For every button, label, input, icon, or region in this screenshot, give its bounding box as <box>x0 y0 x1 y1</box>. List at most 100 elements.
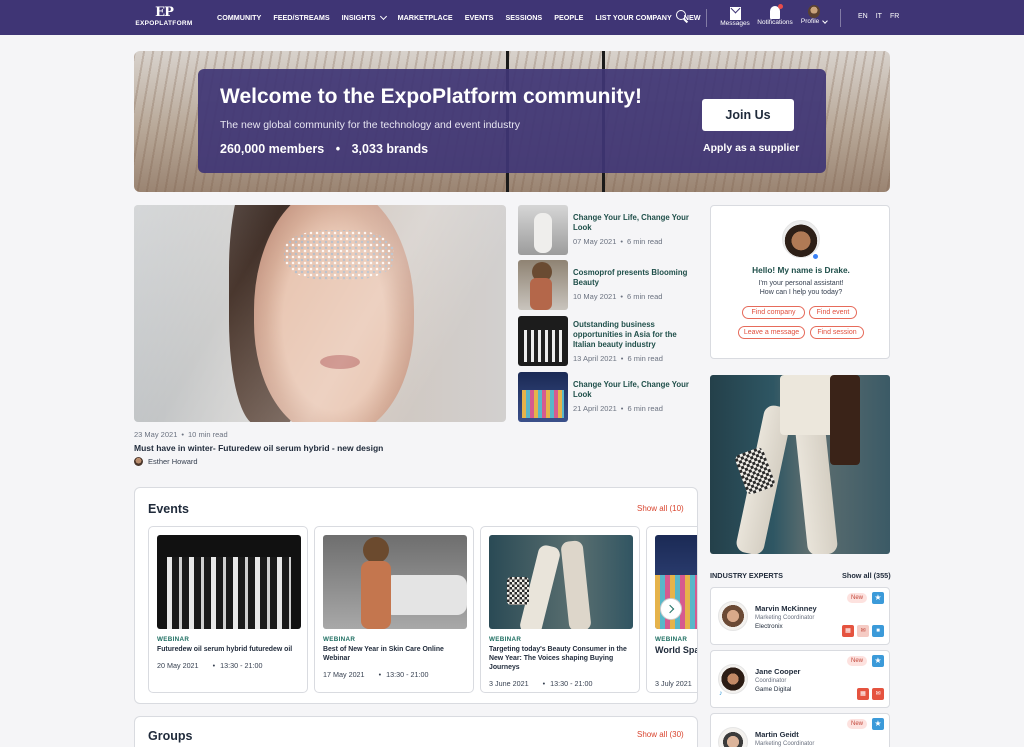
find-company-button[interactable]: Find company <box>742 306 805 319</box>
star-icon[interactable]: ★ <box>872 655 884 667</box>
groups-title: Groups <box>148 729 193 743</box>
event-title: World Spa Conference <box>655 645 698 655</box>
event-time: 13:30 - 21:00 <box>550 679 593 688</box>
bell-icon <box>770 4 783 19</box>
messages-button[interactable]: Messages <box>720 5 750 27</box>
nav-people[interactable]: PEOPLE <box>554 13 583 22</box>
event-time: 13:30 - 21:00 <box>220 661 263 670</box>
apply-supplier-link[interactable]: Apply as a supplier <box>703 142 799 154</box>
star-icon[interactable]: ★ <box>872 592 884 604</box>
expert-role: Marketing Coordinator <box>755 741 815 747</box>
lang-en[interactable]: EN <box>858 13 868 20</box>
assistant-card: Hello! My name is Drake. I'm your person… <box>710 205 890 359</box>
chevron-down-icon <box>379 12 387 20</box>
star-icon[interactable]: ★ <box>872 718 884 730</box>
event-title: Best of New Year in Skin Care Online Web… <box>323 646 444 662</box>
nav-events[interactable]: EVENTS <box>465 13 494 22</box>
new-badge: New <box>847 719 867 729</box>
author-name[interactable]: Esther Howard <box>148 457 198 466</box>
article-item[interactable]: Change Your Life, Change Your Look 07 Ma… <box>518 205 698 255</box>
hero-card: Welcome to the ExpoPlatform community! T… <box>198 69 826 173</box>
microphone-icon: ♪ <box>719 690 723 697</box>
profile-label: Profile <box>800 18 820 25</box>
calendar-icon[interactable]: ▦ <box>842 625 854 637</box>
experts-show-all[interactable]: Show all (355) <box>842 571 891 580</box>
logo-text: EXPOPLATFORM <box>135 20 193 27</box>
expert-card[interactable]: Martin Geidt Marketing Coordinator New ★ <box>710 713 890 747</box>
event-type: WEBINAR <box>323 636 356 643</box>
events-section: Events Show all (10) WEBINAR Futuredew o… <box>134 487 698 704</box>
online-status-dot <box>812 253 819 260</box>
leave-message-button[interactable]: Leave a message <box>738 326 805 339</box>
members-count: 260,000 members <box>220 142 325 156</box>
article-title: Cosmoprof presents Blooming Beauty <box>573 268 688 287</box>
expert-avatar <box>718 664 748 694</box>
event-card[interactable]: WEBINAR Targeting today's Beauty Consume… <box>480 526 640 693</box>
hero-title: Welcome to the ExpoPlatform community! <box>220 85 642 108</box>
new-badge: New <box>847 593 867 603</box>
message-icon[interactable]: ✉ <box>872 688 884 700</box>
events-show-all[interactable]: Show all (10) <box>637 504 684 513</box>
author-avatar <box>134 457 143 466</box>
lang-it[interactable]: IT <box>876 13 882 20</box>
main-menu: COMMUNITY FEED/STREAMS INSIGHTS MARKETPL… <box>217 0 701 35</box>
language-switcher: EN IT FR <box>858 13 899 20</box>
nav-community[interactable]: COMMUNITY <box>217 13 261 22</box>
expert-company: Electronix <box>755 623 783 630</box>
logo[interactable]: EP EXPOPLATFORM <box>134 6 194 30</box>
event-title: Futuredew oil serum hybrid futuredew oil <box>157 646 293 653</box>
envelope-icon <box>729 7 741 20</box>
events-title: Events <box>148 502 189 516</box>
message-icon[interactable]: ✉ <box>857 625 869 637</box>
nav-divider <box>706 9 707 27</box>
event-card[interactable]: WEBINAR Best of New Year in Skin Care On… <box>314 526 474 693</box>
featured-date: 23 May 2021 <box>134 430 178 439</box>
expert-role: Coordinator <box>755 678 787 684</box>
hero-stats: 260,000 members • 3,033 brands <box>220 142 429 156</box>
article-item[interactable]: Cosmoprof presents Blooming Beauty 10 Ma… <box>518 260 698 310</box>
find-event-button[interactable]: Find event <box>809 306 857 319</box>
promo-image[interactable] <box>710 375 890 554</box>
featured-read-time: 10 min read <box>188 430 228 439</box>
nav-marketplace[interactable]: MARKETPLACE <box>398 13 453 22</box>
find-session-button[interactable]: Find session <box>810 326 864 339</box>
event-date: 3 July 2021 <box>655 679 692 688</box>
article-item[interactable]: Change Your Life, Change Your Look 21 Ap… <box>518 372 698 422</box>
lang-fr[interactable]: FR <box>890 13 899 20</box>
article-title: Change Your Life, Change Your Look <box>573 380 689 399</box>
notifications-label: Notifications <box>757 19 793 26</box>
event-date: 20 May 2021 <box>157 661 199 670</box>
new-badge: New <box>847 656 867 666</box>
article-thumbnail <box>518 372 568 422</box>
featured-author: Esther Howard <box>134 457 198 466</box>
article-title: Outstanding business opportunities in As… <box>573 320 677 349</box>
event-image <box>489 535 633 629</box>
featured-title[interactable]: Must have in winter- Futuredew oil serum… <box>134 443 383 453</box>
event-image <box>157 535 301 629</box>
event-title: Targeting today's Beauty Consumer in the… <box>489 646 627 671</box>
expert-name: Martin Geidt <box>755 730 799 739</box>
video-icon[interactable]: ■ <box>872 625 884 637</box>
expert-company: Game Digital <box>755 686 792 693</box>
expert-card[interactable]: Marvin McKinney Marketing Coordinator El… <box>710 587 890 645</box>
nav-feed-streams[interactable]: FEED/STREAMS <box>273 13 329 22</box>
event-card[interactable]: WEBINAR Futuredew oil serum hybrid futur… <box>148 526 308 693</box>
search-icon[interactable] <box>676 10 688 22</box>
featured-article-image[interactable] <box>134 205 506 422</box>
expert-name: Jane Cooper <box>755 667 801 676</box>
carousel-next-button[interactable] <box>660 598 682 620</box>
article-item[interactable]: Outstanding business opportunities in As… <box>518 316 698 366</box>
calendar-icon[interactable]: ▦ <box>857 688 869 700</box>
expert-avatar <box>718 601 748 631</box>
featured-meta: 23 May 2021 • 10 min read <box>134 430 228 439</box>
nav-insights[interactable]: INSIGHTS <box>342 12 387 22</box>
notifications-button[interactable]: Notifications <box>755 4 795 26</box>
expert-card[interactable]: ♪ Jane Cooper Coordinator Game Digital N… <box>710 650 890 708</box>
nav-list-your-company[interactable]: LIST YOUR COMPANY <box>595 13 671 22</box>
join-us-button[interactable]: Join Us <box>702 99 794 131</box>
nav-sessions[interactable]: SESSIONS <box>505 13 542 22</box>
article-thumbnail <box>518 316 568 366</box>
groups-show-all[interactable]: Show all (30) <box>637 730 684 739</box>
expert-avatar <box>718 727 748 747</box>
profile-button[interactable]: Profile <box>800 5 828 25</box>
